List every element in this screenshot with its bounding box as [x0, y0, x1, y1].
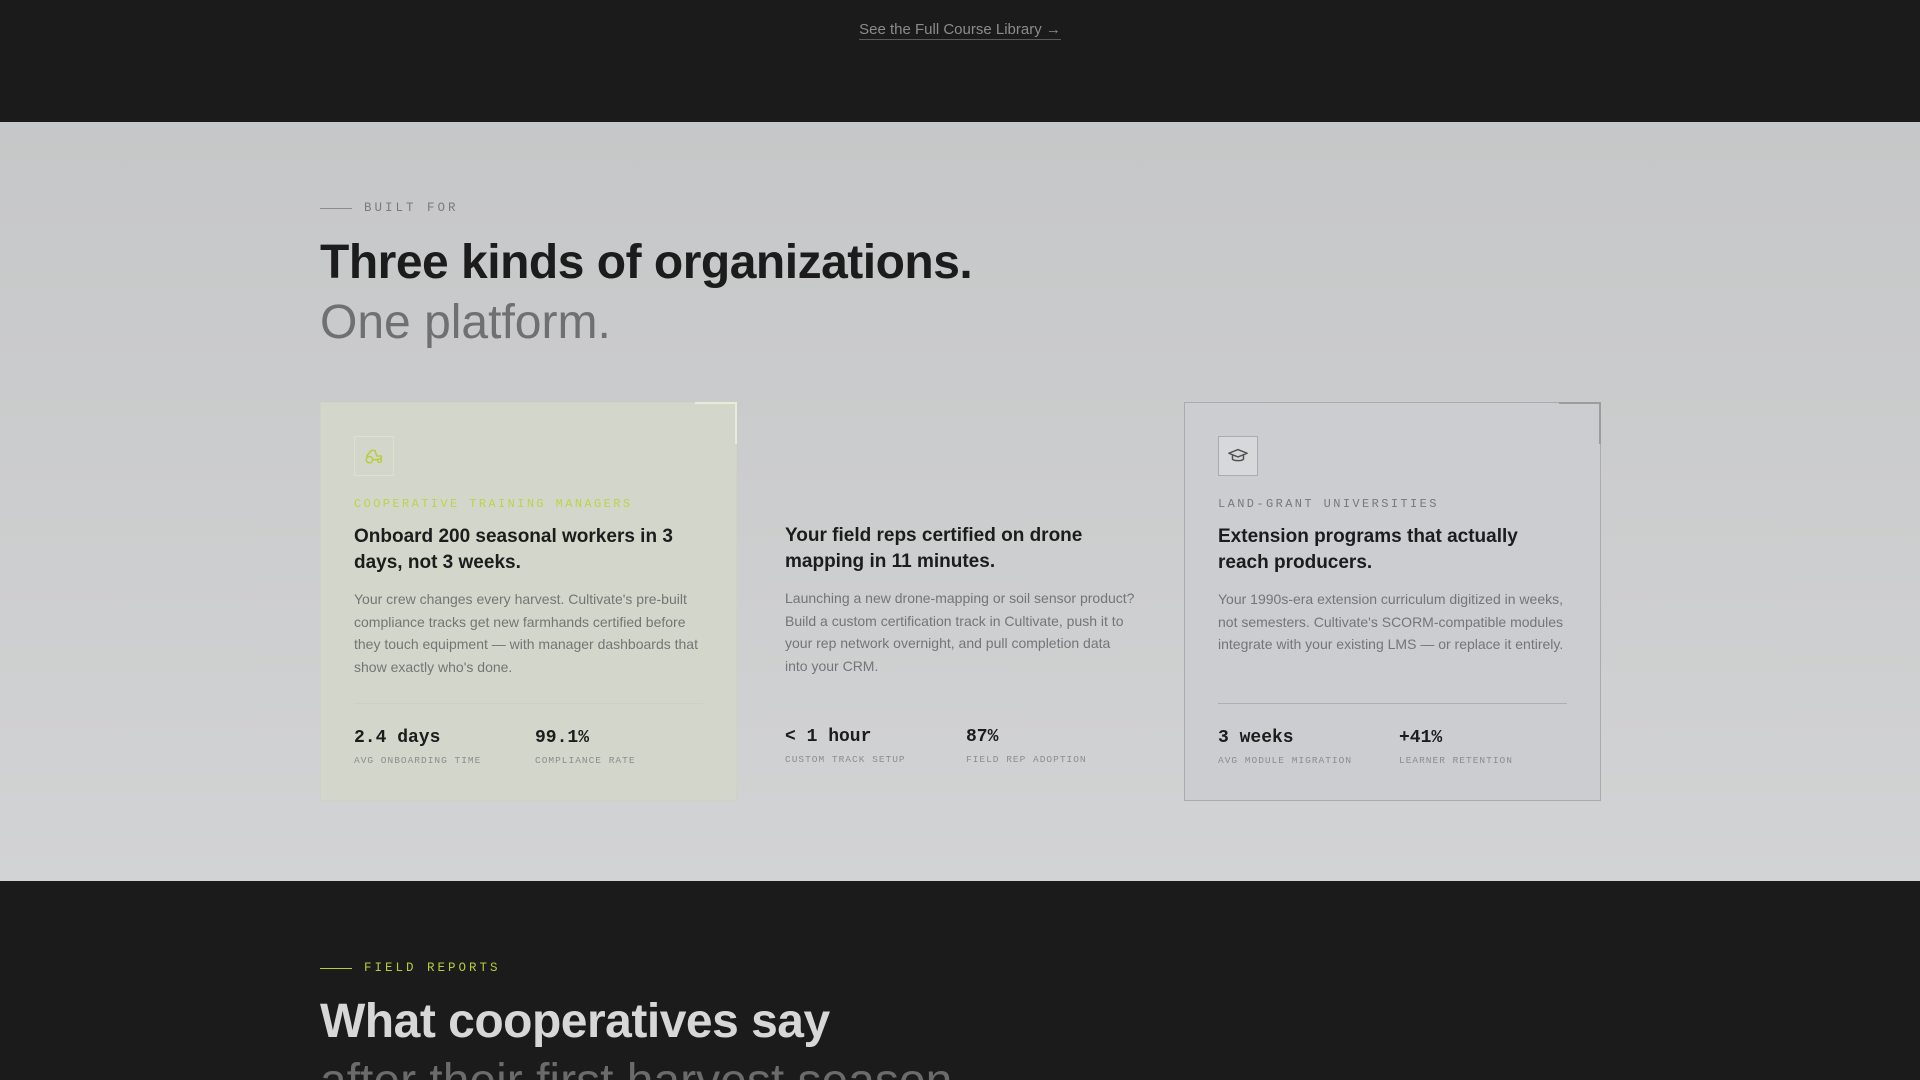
stat-compliance-rate: 99.1% COMPLIANCE RATE: [535, 727, 716, 766]
card-title: Extension programs that actually reach p…: [1218, 526, 1518, 573]
card-corner-accent: [695, 402, 737, 444]
drone-icon: [785, 435, 825, 475]
card-divider: [1218, 703, 1567, 704]
card-body: Your crew changes every harvest. Cultiva…: [354, 591, 698, 675]
stat-value: +41%: [1399, 728, 1443, 748]
stat-label: COMPLIANCE RATE: [535, 755, 636, 766]
library-link-wrapper: See the Full Course Library →: [0, 21, 1920, 40]
top-section: See the Full Course Library →: [0, 0, 1920, 122]
field-reports-eyebrow: FIELD REPORTS: [320, 961, 501, 975]
stat-label: FIELD REP ADOPTION: [966, 754, 1087, 765]
graduation-cap-icon: [1218, 436, 1258, 476]
field-reports-title: What cooperatives say: [320, 995, 830, 1048]
card-kicker: [785, 495, 1136, 511]
stat-onboarding-time: 2.4 days AVG ONBOARDING TIME: [354, 727, 535, 766]
stat-value: 3 weeks: [1218, 728, 1294, 748]
card-kicker: LAND-GRANT UNIVERSITIES: [1218, 497, 1439, 511]
eyebrow-rule: [320, 207, 352, 209]
card-body: Your 1990s-era extension curriculum digi…: [1218, 591, 1564, 652]
built-for-title: Three kinds of organizations.: [320, 236, 973, 289]
stat-rep-adoption: 87% FIELD REP ADOPTION: [966, 726, 1147, 765]
card-divider: [354, 703, 703, 704]
card-corner-accent: [1559, 402, 1601, 444]
eyebrow-rule: [320, 967, 352, 969]
stat-module-migration: 3 weeks AVG MODULE MIGRATION: [1218, 727, 1399, 766]
built-for-eyebrow: BUILT FOR: [320, 201, 459, 215]
card-title: Onboard 200 seasonal workers in 3 days, …: [354, 526, 673, 573]
card-divider: [785, 702, 1136, 703]
stat-value: 99.1%: [535, 728, 590, 748]
stat-label: CUSTOM TRACK SETUP: [785, 754, 906, 765]
tractor-icon: [354, 436, 394, 476]
eyebrow-text: FIELD REPORTS: [364, 961, 501, 975]
stat-track-setup: < 1 hour CUSTOM TRACK SETUP: [785, 726, 966, 765]
eyebrow-text: BUILT FOR: [364, 201, 459, 215]
card-stats: 2.4 days AVG ONBOARDING TIME 99.1% COMPL…: [354, 727, 716, 766]
stat-value: < 1 hour: [785, 727, 872, 747]
stat-label: LEARNER RETENTION: [1399, 755, 1513, 766]
card-kicker: COOPERATIVE TRAINING MANAGERS: [354, 497, 633, 511]
field-reports-section: [0, 881, 1920, 1080]
audience-card-universities[interactable]: LAND-GRANT UNIVERSITIES Extension progra…: [1184, 402, 1601, 801]
built-for-subtitle: One platform.: [320, 296, 611, 349]
audience-card-equipment-dealers[interactable]: Your field reps certified on drone mappi…: [752, 402, 1169, 801]
card-title: Your field reps certified on drone mappi…: [785, 525, 1083, 572]
stat-label: AVG ONBOARDING TIME: [354, 755, 482, 766]
card-body: Launching a new drone-mapping or soil se…: [785, 590, 1135, 674]
stat-label: AVG MODULE MIGRATION: [1218, 755, 1353, 766]
stat-value: 2.4 days: [354, 728, 441, 748]
field-reports-subtitle: after their first harvest season.: [320, 1052, 966, 1080]
stat-value: 87%: [966, 727, 999, 747]
card-stats: 3 weeks AVG MODULE MIGRATION +41% LEARNE…: [1218, 727, 1580, 766]
stat-learner-retention: +41% LEARNER RETENTION: [1399, 727, 1580, 766]
card-stats: < 1 hour CUSTOM TRACK SETUP 87% FIELD RE…: [785, 726, 1147, 765]
audience-card-cooperatives[interactable]: COOPERATIVE TRAINING MANAGERS Onboard 20…: [320, 402, 737, 801]
full-course-library-link[interactable]: See the Full Course Library →: [859, 21, 1061, 40]
